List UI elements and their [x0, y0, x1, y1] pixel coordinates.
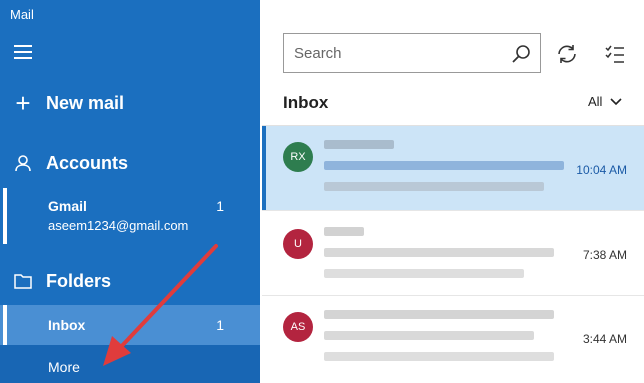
account-selected-indicator: [3, 188, 7, 244]
account-unread-count: 1: [216, 198, 224, 214]
folders-button[interactable]: Folders: [0, 266, 260, 296]
search-input[interactable]: [284, 34, 524, 72]
filter-dropdown[interactable]: All: [588, 94, 623, 109]
person-icon: [15, 155, 31, 172]
preview-redacted: [324, 182, 544, 191]
app-title: Mail: [10, 7, 34, 22]
new-mail-button[interactable]: + New mail: [0, 88, 260, 118]
filter-label: All: [588, 94, 603, 109]
message-time: 7:38 AM: [582, 248, 627, 262]
message-time: 10:04 AM: [576, 163, 627, 177]
sender-name-redacted: [324, 140, 394, 149]
folders-label: Folders: [46, 270, 112, 291]
new-mail-label: New mail: [46, 92, 125, 113]
folder-label-inbox: Inbox: [48, 317, 86, 333]
sync-icon[interactable]: [555, 42, 579, 66]
sender-name-redacted: [324, 310, 554, 319]
message-item[interactable]: RX 10:04 AM: [262, 126, 644, 210]
folder-item-inbox[interactable]: Inbox 1: [0, 305, 260, 345]
message-item[interactable]: AS 3:44 AM: [262, 296, 644, 380]
accounts-button[interactable]: Accounts: [0, 148, 260, 178]
message-selected-indicator: [262, 126, 266, 210]
account-email: aseem1234@gmail.com: [48, 218, 189, 233]
preview-redacted: [324, 352, 554, 361]
chevron-down-icon: [610, 97, 623, 105]
preview-redacted: [324, 269, 524, 278]
account-name: Gmail: [48, 198, 87, 214]
hamburger-menu-icon[interactable]: [14, 45, 32, 59]
folder-unread-count: 1: [216, 317, 224, 333]
accounts-label: Accounts: [46, 152, 129, 173]
message-time: 3:44 AM: [582, 332, 627, 346]
folder-icon: [14, 274, 32, 289]
account-item-gmail[interactable]: Gmail aseem1234@gmail.com 1: [0, 188, 260, 244]
message-item[interactable]: U 7:38 AM: [262, 211, 644, 295]
plus-icon: +: [15, 88, 31, 118]
subject-redacted: [324, 331, 534, 340]
sender-avatar: RX: [283, 142, 313, 172]
sender-avatar: AS: [283, 312, 313, 342]
sender-avatar: U: [283, 229, 313, 259]
sender-name-redacted: [324, 227, 364, 236]
search-icon[interactable]: [510, 43, 532, 65]
navigation-pane: Mail + New mail Accounts Gmail aseem1234…: [0, 0, 260, 383]
subject-redacted: [324, 248, 554, 257]
message-list-title: Inbox: [283, 93, 329, 112]
more-label: More: [48, 359, 80, 375]
subject-redacted: [324, 161, 564, 170]
more-folders-button[interactable]: More: [0, 345, 260, 383]
selection-mode-icon[interactable]: [604, 43, 626, 65]
search-box[interactable]: [283, 33, 541, 73]
folder-selected-indicator: [3, 305, 7, 345]
